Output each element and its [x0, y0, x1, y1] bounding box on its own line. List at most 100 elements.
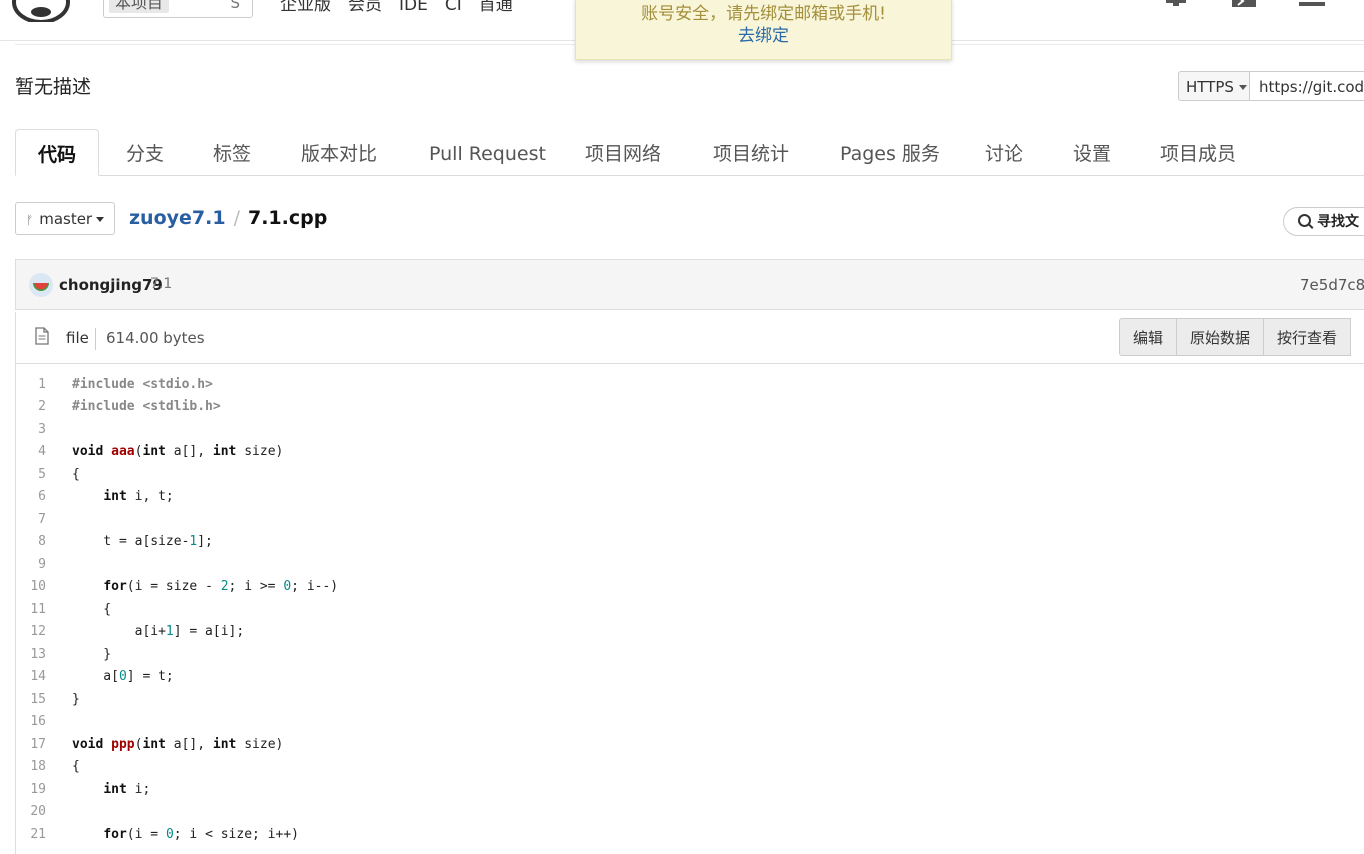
line-number[interactable]: 15	[16, 689, 46, 712]
code-line: 10 for(i = size - 2; i >= 0; i--)	[16, 576, 1356, 599]
tab-branches[interactable]: 分支	[126, 129, 164, 175]
line-number[interactable]: 1	[16, 374, 46, 397]
code-line: 8 t = a[size-1];	[16, 531, 1356, 554]
line-number[interactable]: 8	[16, 531, 46, 554]
line-number[interactable]: 17	[16, 734, 46, 757]
code-text: {	[72, 601, 112, 617]
code-text: a[i+1] = a[i];	[72, 624, 245, 639]
line-number[interactable]: 18	[16, 756, 46, 779]
breadcrumb-separator: /	[233, 207, 240, 229]
code-line: 14 a[0] = t;	[16, 666, 1356, 689]
nav-ci[interactable]: CI	[445, 0, 462, 14]
find-file-label: 寻找文	[1317, 214, 1359, 230]
commit-message[interactable]: 7.1	[150, 276, 172, 292]
file-type: file	[66, 329, 89, 347]
security-alert: 账号安全，请先绑定邮箱或手机! 去绑定	[575, 0, 952, 60]
code-text: int i;	[103, 781, 151, 797]
plus-icon[interactable]	[1163, 0, 1189, 12]
branch-selector[interactable]: ᚠ master	[15, 202, 115, 235]
tab-stats[interactable]: 项目统计	[713, 129, 789, 175]
line-number[interactable]: 12	[16, 621, 46, 644]
project-description: 暂无描述	[15, 76, 92, 98]
logo-icon[interactable]	[12, 0, 70, 22]
code-line: 17 void ppp(int a[], int size)	[16, 734, 1356, 757]
alert-message: 账号安全，请先绑定邮箱或手机!	[641, 4, 886, 24]
blame-button[interactable]: 按行查看	[1263, 318, 1352, 356]
code-text: int i, t;	[103, 489, 174, 504]
edit-button[interactable]: 编辑	[1119, 318, 1178, 356]
project-tabs: 代码 分支 标签 版本对比 Pull Request 项目网络 项目统计 Pag…	[15, 129, 1364, 176]
line-number[interactable]: 11	[16, 599, 46, 622]
line-number[interactable]: 4	[16, 441, 46, 464]
nav-home[interactable]: 首通	[479, 0, 513, 14]
line-number[interactable]: 16	[16, 711, 46, 734]
avatar[interactable]	[29, 273, 53, 297]
code-line: 18 {	[16, 756, 1356, 779]
clone-box: HTTPS https://git.cod	[1178, 71, 1364, 103]
file-header: file 614.00 bytes 编辑 原始数据 按行查看	[15, 312, 1364, 364]
main-nav: 企业版 会员 IDE CI 首通	[280, 0, 513, 14]
tab-members[interactable]: 项目成员	[1160, 129, 1236, 175]
code-text: void aaa(int a[], int size)	[72, 444, 284, 459]
line-number[interactable]: 10	[16, 576, 46, 599]
watermelon-icon	[33, 283, 49, 291]
code-text: {	[72, 466, 80, 482]
clone-protocol-select[interactable]: HTTPS	[1178, 71, 1250, 101]
nav-ide[interactable]: IDE	[399, 0, 428, 14]
code-line: 9	[16, 554, 1356, 577]
code-viewer[interactable]: 1 #include <stdio.h> 2 #include <stdlib.h> 3…	[15, 364, 1364, 854]
code-line: 5{	[16, 464, 1356, 487]
find-file-button[interactable]: 寻找文	[1283, 207, 1364, 236]
code-line: 19 int i;	[16, 779, 1356, 802]
line-number[interactable]: 6	[16, 486, 46, 509]
clone-protocol-label: HTTPS	[1186, 78, 1234, 96]
code-text: {	[72, 759, 80, 774]
line-number[interactable]: 13	[16, 644, 46, 667]
breadcrumb-repo[interactable]: zuoye7.1	[129, 207, 226, 229]
code-text: #include <stdlib.h>	[72, 399, 221, 414]
search-shortcut: S	[230, 0, 240, 12]
line-number[interactable]: 3	[16, 419, 46, 442]
code-line: 7	[16, 509, 1356, 532]
code-line: 2 #include <stdlib.h>	[16, 396, 1356, 419]
search-scope: 本项目	[109, 0, 170, 13]
line-number[interactable]: 9	[16, 554, 46, 577]
server-icon[interactable]	[1299, 0, 1325, 12]
tab-compare[interactable]: 版本对比	[301, 129, 377, 175]
code-line: 1 #include <stdio.h>	[16, 374, 1356, 397]
code-line: 13 }	[16, 644, 1356, 667]
line-number[interactable]: 5	[16, 464, 46, 487]
line-number[interactable]: 20	[16, 801, 46, 824]
tab-code[interactable]: 代码	[15, 129, 100, 176]
tab-network[interactable]: 项目网络	[585, 129, 661, 175]
terminal-icon[interactable]	[1231, 0, 1257, 12]
commit-author[interactable]: chongjing79	[59, 276, 163, 294]
code-text: a[0] = t;	[72, 669, 174, 684]
tab-settings[interactable]: 设置	[1073, 129, 1111, 175]
caret-down-icon	[96, 217, 105, 222]
code-line: 16	[16, 711, 1356, 734]
line-number[interactable]: 19	[16, 779, 46, 802]
code-text: for(i = 0; i < size; i++)	[103, 826, 299, 842]
code-line: 11 {	[16, 599, 1356, 622]
nav-member[interactable]: 会员	[348, 0, 382, 14]
nav-enterprise[interactable]: 企业版	[280, 0, 331, 14]
line-number[interactable]: 21	[16, 824, 46, 847]
line-number[interactable]: 14	[16, 666, 46, 689]
code-line: 20	[16, 801, 1356, 824]
code-line: 4 void aaa(int a[], int size)	[16, 441, 1356, 464]
raw-button[interactable]: 原始数据	[1176, 318, 1265, 356]
commit-sha[interactable]: 7e5d7c8c	[1300, 276, 1364, 294]
tab-tags[interactable]: 标签	[213, 129, 251, 175]
line-number[interactable]: 2	[16, 396, 46, 419]
tab-pull-request[interactable]: Pull Request	[429, 129, 546, 175]
clone-url-input[interactable]: https://git.cod	[1250, 71, 1364, 101]
last-commit-bar: chongjing79 7.1 7e5d7c8c	[15, 259, 1364, 310]
bind-account-link[interactable]: 去绑定	[576, 25, 951, 47]
file-actions: 编辑 原始数据 按行查看	[1119, 318, 1352, 356]
tab-pages[interactable]: Pages 服务	[840, 129, 940, 175]
search-box[interactable]: 本项目 S	[103, 0, 253, 18]
line-number[interactable]: 7	[16, 509, 46, 532]
tab-discussion[interactable]: 讨论	[985, 129, 1023, 175]
file-size: 614.00 bytes	[106, 329, 205, 347]
